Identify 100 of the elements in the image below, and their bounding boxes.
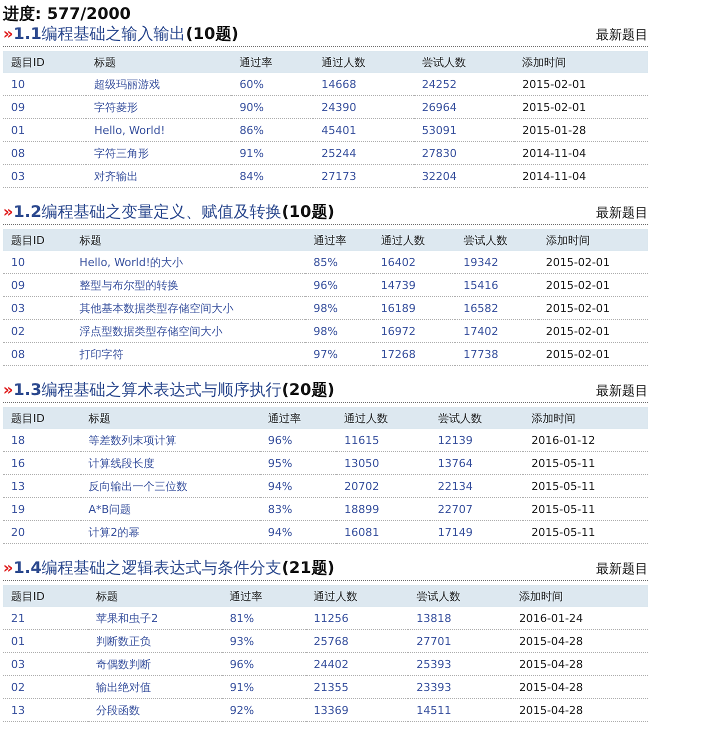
pass-count: 16189 (372, 296, 456, 320)
problem-title[interactable]: 其他基本数据类型存储空间大小 (71, 296, 306, 320)
problem-id[interactable]: 02 (3, 676, 88, 698)
column-header: 通过人数 (336, 407, 430, 429)
problem-id[interactable]: 03 (3, 652, 88, 676)
problem-id[interactable]: 13 (3, 698, 88, 722)
section-title[interactable]: »1.4编程基础之逻辑表达式与条件分支(21题) (3, 558, 335, 578)
attempt-count: 22707 (430, 498, 524, 520)
problem-id[interactable]: 20 (3, 520, 81, 544)
problem-id[interactable]: 01 (3, 630, 88, 652)
column-header: 标题 (80, 407, 260, 429)
attempt-count: 17402 (455, 320, 538, 342)
problem-title[interactable]: Hello, World!的大小 (71, 251, 306, 274)
problem-id[interactable]: 21 (3, 607, 88, 630)
pass-count: 20702 (336, 474, 430, 498)
newest-problems-link[interactable]: 最新题目 (596, 382, 648, 400)
pass-rate: 83% (260, 498, 336, 520)
attempt-count: 17738 (455, 342, 538, 366)
added-date: 2014-11-04 (514, 164, 648, 188)
added-date: 2015-04-28 (511, 652, 648, 676)
attempt-count: 26964 (414, 96, 514, 118)
problem-id[interactable]: 16 (3, 452, 81, 474)
attempt-count: 27701 (408, 630, 512, 652)
problem-title[interactable]: 浮点型数据类型存储空间大小 (71, 320, 306, 342)
column-header: 添加时间 (511, 585, 648, 607)
problem-title[interactable]: 整型与布尔型的转换 (71, 274, 306, 296)
pass-rate: 91% (231, 142, 314, 164)
problem-title[interactable]: Hello, World! (86, 118, 232, 142)
column-header: 通过率 (260, 407, 336, 429)
column-header: 添加时间 (514, 51, 648, 73)
problem-id[interactable]: 02 (3, 320, 72, 342)
problem-id[interactable]: 08 (3, 142, 86, 164)
attempt-count: 15416 (455, 274, 538, 296)
problem-id[interactable]: 03 (3, 296, 72, 320)
problem-title[interactable]: 计算2的幂 (80, 520, 260, 544)
newest-problems-link[interactable]: 最新题目 (596, 560, 648, 578)
pass-count: 14668 (313, 73, 414, 96)
pass-rate: 90% (231, 96, 314, 118)
pass-count: 17268 (372, 342, 456, 366)
section-title[interactable]: »1.1编程基础之输入输出(10题) (3, 24, 239, 44)
problem-title[interactable]: 计算线段长度 (80, 452, 260, 474)
attempt-count: 53091 (414, 118, 514, 142)
problem-title[interactable]: 奇偶数判断 (88, 652, 222, 676)
problem-title[interactable]: 等差数列末项计算 (80, 429, 260, 452)
progress-text: 进度: 577/2000 (3, 4, 132, 24)
pass-count: 24390 (313, 96, 414, 118)
problem-id[interactable]: 10 (3, 251, 72, 274)
problem-id[interactable]: 19 (3, 498, 81, 520)
column-header: 通过人数 (313, 51, 414, 73)
problem-title[interactable]: 输出绝对值 (88, 676, 222, 698)
pass-rate: 96% (305, 274, 373, 296)
problem-id[interactable]: 09 (3, 274, 72, 296)
problem-title[interactable]: 判断数正负 (88, 630, 222, 652)
problem-title[interactable]: 苹果和虫子2 (88, 607, 222, 630)
column-header: 通过率 (231, 51, 314, 73)
newest-problems-link[interactable]: 最新题目 (596, 26, 648, 44)
pass-count: 25768 (306, 630, 408, 652)
problem-title[interactable]: 字符三角形 (86, 142, 232, 164)
problem-title[interactable]: 超级玛丽游戏 (86, 73, 232, 96)
problem-title[interactable]: A*B问题 (80, 498, 260, 520)
problem-id[interactable]: 09 (3, 96, 86, 118)
problem-id[interactable]: 10 (3, 73, 86, 96)
problem-id[interactable]: 01 (3, 118, 86, 142)
problem-title[interactable]: 分段函数 (88, 698, 222, 722)
problem-id[interactable]: 18 (3, 429, 81, 452)
column-header: 尝试人数 (408, 585, 512, 607)
pass-rate: 94% (260, 520, 336, 544)
problem-title[interactable]: 反向输出一个三位数 (80, 474, 260, 498)
problem-title[interactable]: 打印字符 (71, 342, 306, 366)
pass-count: 24402 (306, 652, 408, 676)
column-header: 尝试人数 (430, 407, 524, 429)
problem-id[interactable]: 03 (3, 164, 86, 188)
attempt-count: 24252 (414, 73, 514, 96)
column-header: 添加时间 (523, 407, 648, 429)
newest-problems-link[interactable]: 最新题目 (596, 204, 648, 222)
section-title[interactable]: »1.3编程基础之算术表达式与顺序执行(20题) (3, 380, 335, 400)
problem-title[interactable]: 字符菱形 (86, 96, 232, 118)
attempt-count: 12139 (430, 429, 524, 452)
attempt-count: 27830 (414, 142, 514, 164)
column-header: 尝试人数 (414, 51, 514, 73)
added-date: 2015-02-01 (538, 251, 648, 274)
added-date: 2015-05-11 (523, 498, 648, 520)
pass-rate: 95% (260, 452, 336, 474)
pass-count: 11615 (336, 429, 430, 452)
added-date: 2015-05-11 (523, 452, 648, 474)
pass-count: 18899 (336, 498, 430, 520)
section-title[interactable]: »1.2编程基础之变量定义、赋值及转换(10题) (3, 202, 335, 222)
pass-count: 16972 (372, 320, 456, 342)
attempt-count: 13818 (408, 607, 512, 630)
pass-rate: 96% (222, 652, 306, 676)
problem-id[interactable]: 13 (3, 474, 81, 498)
pass-rate: 84% (231, 164, 314, 188)
attempt-count: 25393 (408, 652, 512, 676)
column-header: 通过人数 (372, 229, 456, 251)
pass-count: 16081 (336, 520, 430, 544)
problem-id[interactable]: 08 (3, 342, 72, 366)
problem-title[interactable]: 对齐输出 (86, 164, 232, 188)
added-date: 2015-04-28 (511, 676, 648, 698)
pass-rate: 81% (222, 607, 306, 630)
attempt-count: 32204 (414, 164, 514, 188)
